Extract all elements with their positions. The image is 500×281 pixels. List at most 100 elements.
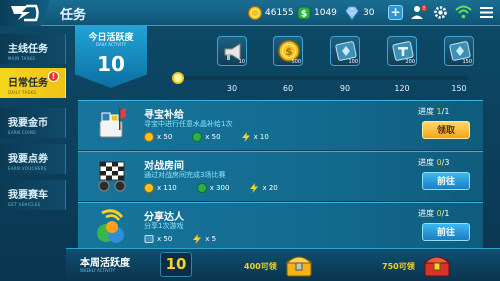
menu-icon[interactable]	[478, 4, 495, 21]
progress-total: 3	[444, 158, 450, 167]
daily-activity-value: 10	[97, 52, 125, 76]
lightning-icon	[193, 234, 202, 244]
gear-icon[interactable]	[432, 4, 449, 21]
reward-amount: x 110	[157, 184, 177, 192]
progress-total: 1	[444, 107, 450, 116]
gold-coin-icon	[144, 183, 154, 193]
weekly-activity-value: 10	[160, 252, 192, 277]
svg-text:!: !	[423, 6, 425, 12]
gold-coin-icon	[248, 6, 262, 20]
task-progress: 进度 0/1	[418, 209, 450, 218]
milestone-label: 90	[339, 84, 351, 93]
milestone-label: 60	[282, 84, 294, 93]
reward-count: 150	[462, 59, 472, 65]
gold-coin-icon	[144, 132, 154, 142]
weekly-activity-subtitle: WEEKLY ACTIVITY	[80, 268, 115, 273]
progress-label: 进度	[418, 209, 434, 218]
reward-count: 500	[291, 59, 301, 65]
progress-total: 1	[444, 209, 450, 218]
sidebar: 主线任务 MAIN TASKS 日常任务 DAILY TASKS ! 我要金币 …	[0, 26, 66, 281]
sidebar-item-get-vehicles[interactable]: 我要赛车 GET VEHICLES	[0, 180, 66, 210]
coin-value: 46155	[265, 8, 294, 18]
task-description: 寻宝中进行任意水晶补给1次	[144, 120, 233, 128]
claim-button[interactable]: 领取	[422, 121, 470, 139]
sidebar-item-earn-vouchers[interactable]: 我要点券 EARN VOUCHERS	[0, 144, 66, 174]
task-rewards: x 110 x 300 x 20	[144, 182, 298, 194]
svg-text:$: $	[286, 47, 293, 58]
diamond-icon	[345, 6, 359, 20]
reward-amount: x 50	[205, 133, 221, 141]
sidebar-item-label: 我要金币	[8, 118, 48, 129]
chest-2-label: 750可领	[382, 262, 415, 271]
back-button[interactable]	[0, 0, 50, 26]
red-chest-icon[interactable]	[422, 251, 452, 279]
task-rewards: x 50 x 50 x 10	[144, 131, 289, 143]
gem-card-icon	[144, 235, 154, 243]
gem-value: 1049	[314, 8, 337, 18]
diamond-counter: 30	[344, 4, 374, 22]
task-description: 通过对战房间完成3场比赛	[144, 171, 226, 179]
weekly-activity-title: 本周活跃度	[80, 258, 130, 269]
sidebar-item-sublabel: DAILY TASKS	[8, 90, 37, 95]
green-gem-icon	[192, 132, 203, 142]
go-button[interactable]: 前往	[422, 223, 470, 241]
top-bar: 任务 46155 $ 1049 30 + !	[0, 0, 500, 26]
sidebar-item-sublabel: MAIN TASKS	[8, 56, 36, 61]
milestone-label: 120	[394, 84, 410, 93]
sidebar-item-main-tasks[interactable]: 主线任务 MAIN TASKS	[0, 34, 66, 64]
activity-reward-4[interactable]: 200	[387, 36, 417, 66]
task-rewards: x 50 x 5	[144, 233, 236, 245]
game-logo-icon	[11, 4, 39, 22]
green-gem-icon	[196, 183, 207, 193]
reward-energy: x 5	[192, 234, 216, 244]
add-currency-button[interactable]: +	[388, 5, 403, 20]
reward-card: x 50	[144, 234, 172, 244]
friends-icon[interactable]: !	[410, 4, 427, 21]
sidebar-item-label: 我要赛车	[8, 190, 48, 201]
coin-counter: 46155	[248, 4, 294, 22]
task-progress: 进度 1/1	[418, 107, 450, 116]
sidebar-item-sublabel: EARN COINS	[8, 130, 36, 135]
task-progress: 进度 0/3	[418, 158, 450, 167]
activity-reward-2[interactable]: $ 500	[273, 36, 303, 66]
task-card: 对战房间 通过对战房间完成3场比赛 x 110 x 300 x 20 进度 0/…	[78, 151, 483, 201]
sidebar-item-sublabel: EARN VOUCHERS	[8, 166, 47, 171]
page-title: 任务	[60, 8, 87, 23]
reward-coin: x 50	[144, 132, 172, 142]
milestone-label: 30	[226, 84, 238, 93]
green-gem-icon: $	[297, 6, 311, 20]
reward-count: 10	[238, 59, 245, 65]
activity-progress-knob	[172, 72, 184, 84]
sidebar-item-earn-coins[interactable]: 我要金币 EARN COINS	[0, 108, 66, 138]
progress-label: 进度	[418, 158, 434, 167]
go-button[interactable]: 前往	[422, 172, 470, 190]
activity-progress-track	[178, 76, 468, 80]
treasure-supply-icon	[92, 105, 132, 145]
reward-energy: x 10	[241, 132, 269, 142]
daily-activity-subtitle: DAILY ACTIVITY	[95, 42, 127, 47]
reward-count: 100	[348, 59, 358, 65]
chest-1-label: 400可领	[244, 262, 277, 271]
gem-counter: $ 1049	[297, 4, 337, 22]
progress-label: 进度	[418, 107, 434, 116]
reward-amount: x 20	[262, 184, 278, 192]
activity-reward-1[interactable]: 10	[217, 36, 247, 66]
reward-amount: x 10	[253, 133, 269, 141]
reward-amount: x 300	[209, 184, 230, 192]
checkered-flag-icon	[92, 156, 132, 196]
task-card: 分享达人 分享1次游戏 x 50 x 5 进度 0/1 前往	[78, 202, 483, 252]
activity-reward-3[interactable]: 100	[330, 36, 360, 66]
daily-activity-badge: 今日活跃度 DAILY ACTIVITY 10	[75, 26, 147, 88]
gold-chest-icon[interactable]	[284, 251, 314, 279]
activity-reward-5[interactable]: 150	[444, 36, 474, 66]
reward-amount: x 50	[157, 133, 173, 141]
lightning-icon	[241, 132, 250, 142]
sidebar-item-sublabel: GET VEHICLES	[8, 202, 41, 207]
reward-gem: x 50	[192, 132, 221, 142]
milestone-label: 150	[451, 84, 467, 93]
task-description: 分享1次游戏	[144, 222, 184, 230]
wifi-icon	[455, 5, 472, 19]
sidebar-item-daily-tasks[interactable]: 日常任务 DAILY TASKS !	[0, 68, 66, 98]
reward-coin: x 110	[144, 183, 177, 193]
reward-count: 200	[405, 59, 415, 65]
